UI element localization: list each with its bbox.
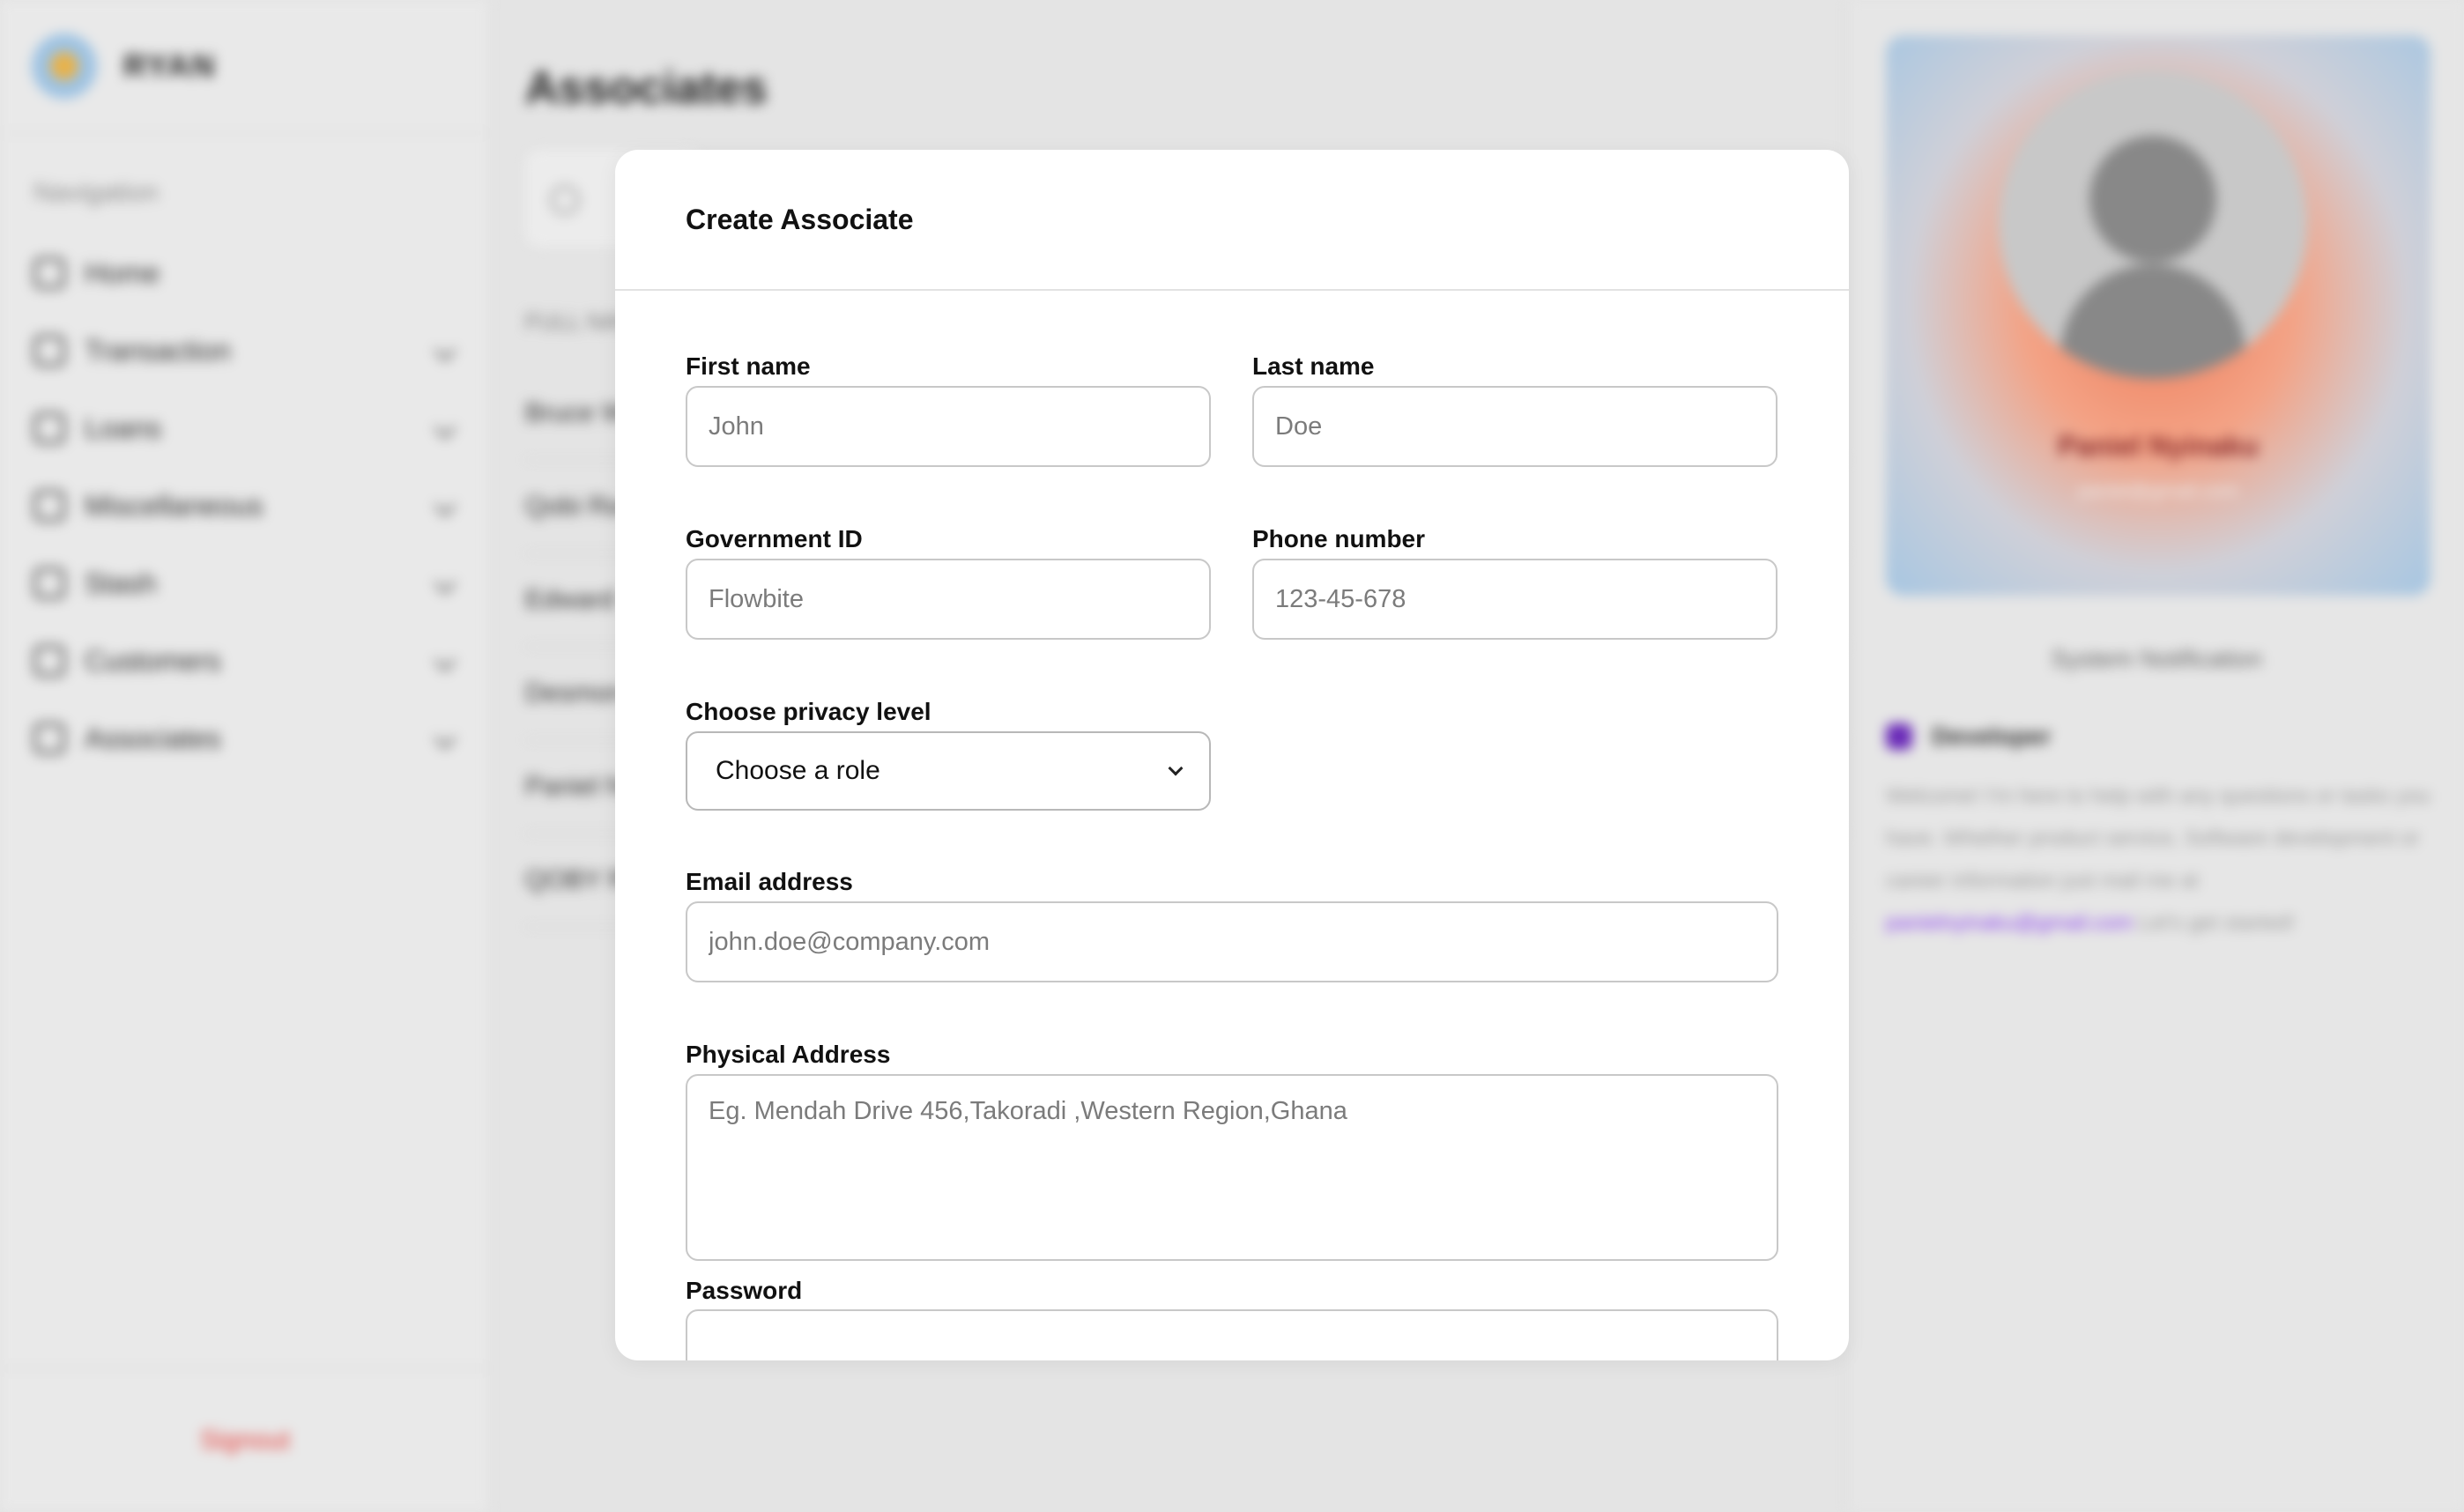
sidebar-item-label: Transaction [85, 334, 231, 367]
associates-icon [33, 723, 65, 754]
transaction-icon [33, 335, 65, 367]
chevron-down-icon [434, 572, 456, 595]
sidebar-item-loans[interactable]: Loans [0, 389, 488, 467]
sidebar-item-label: Home [85, 256, 160, 289]
phone-number-label: Phone number [1252, 525, 1426, 552]
avatar [1999, 70, 2307, 379]
brand-name: RYAN [123, 48, 217, 84]
first-name-label: First name [686, 352, 811, 380]
privacy-level-select[interactable]: Choose a role [686, 731, 1211, 811]
system-notification-heading: System Notification [2051, 645, 2262, 672]
sidebar-item-miscellaneous[interactable]: Miscellaneous [0, 467, 488, 545]
stash-icon [33, 567, 65, 599]
avatar-head [2089, 136, 2216, 263]
sidebar-item-label: Miscellaneous [85, 489, 263, 522]
profile-name: Paniel Nyinaku [2058, 430, 2259, 462]
developer-row: Developer [1886, 723, 2051, 751]
developer-message-text: Welcome! I'm here to help with any quest… [1886, 784, 2431, 893]
sidebar-item-label: Associates [85, 722, 221, 754]
sidebar-item-label: Stash [85, 567, 157, 599]
nav-heading: Navigation [33, 178, 159, 207]
customers-icon [33, 645, 65, 677]
avatar-body [2060, 264, 2245, 379]
sidebar-item-customers[interactable]: Customers [0, 622, 488, 700]
government-id-input[interactable] [686, 559, 1211, 640]
email-input[interactable] [686, 901, 1778, 982]
chevron-down-icon [434, 417, 456, 440]
developer-label: Developer [1932, 723, 2052, 750]
profile-email: paniel@gmail.com [2078, 479, 2238, 501]
chevron-down-icon [434, 494, 456, 517]
user-icon [33, 490, 65, 522]
chevron-down-icon [434, 649, 456, 672]
profile-panel: Paniel Nyinaku paniel@gmail.com System N… [1847, 0, 2464, 1512]
sidebar-item-label: Customers [85, 644, 221, 677]
sidebar: RYAN Navigation Home Transaction Loans M… [0, 0, 490, 1512]
sidebar-item-transaction[interactable]: Transaction [0, 312, 488, 389]
search-icon [550, 185, 580, 215]
developer-message: Welcome! I'm here to help with any quest… [1886, 775, 2432, 945]
sidebar-item-associates[interactable]: Associates [0, 700, 488, 777]
phone-number-input[interactable] [1252, 559, 1777, 640]
sidebar-item-home[interactable]: Home [0, 234, 488, 312]
last-name-label: Last name [1252, 352, 1375, 380]
developer-email-link[interactable]: panielnyinaku@gmail.com [1886, 911, 2134, 935]
home-icon [33, 257, 65, 289]
brand: RYAN [0, 0, 488, 134]
password-input[interactable] [686, 1309, 1778, 1360]
chevron-down-icon [1168, 760, 1184, 776]
government-id-label: Government ID [686, 525, 863, 552]
password-label: Password [686, 1277, 803, 1304]
developer-icon [1886, 723, 1912, 750]
brand-logo [32, 33, 97, 99]
page-title: Associates [525, 63, 768, 114]
first-name-input[interactable] [686, 386, 1211, 467]
email-label: Email address [686, 868, 853, 895]
signout-button[interactable]: Signout [0, 1367, 490, 1512]
create-associate-modal: Create Associate First name Last name Go… [615, 150, 1849, 1360]
chevron-down-icon [434, 727, 456, 750]
chevron-down-icon [434, 339, 456, 362]
modal-header: Create Associate [615, 150, 1849, 291]
privacy-level-label: Choose privacy level [686, 698, 931, 725]
loans-icon [33, 412, 65, 444]
developer-message-suffix: Let's get started! [2139, 911, 2295, 935]
physical-address-textarea[interactable] [686, 1074, 1778, 1261]
nav-list: Home Transaction Loans Miscellaneous Sta… [0, 234, 488, 777]
physical-address-label: Physical Address [686, 1041, 891, 1068]
modal-title: Create Associate [686, 203, 914, 235]
sidebar-item-stash[interactable]: Stash [0, 545, 488, 622]
profile-card: Paniel Nyinaku paniel@gmail.com [1886, 35, 2431, 596]
privacy-level-selected: Choose a role [716, 756, 880, 785]
sidebar-item-label: Loans [85, 411, 162, 444]
last-name-input[interactable] [1252, 386, 1777, 467]
